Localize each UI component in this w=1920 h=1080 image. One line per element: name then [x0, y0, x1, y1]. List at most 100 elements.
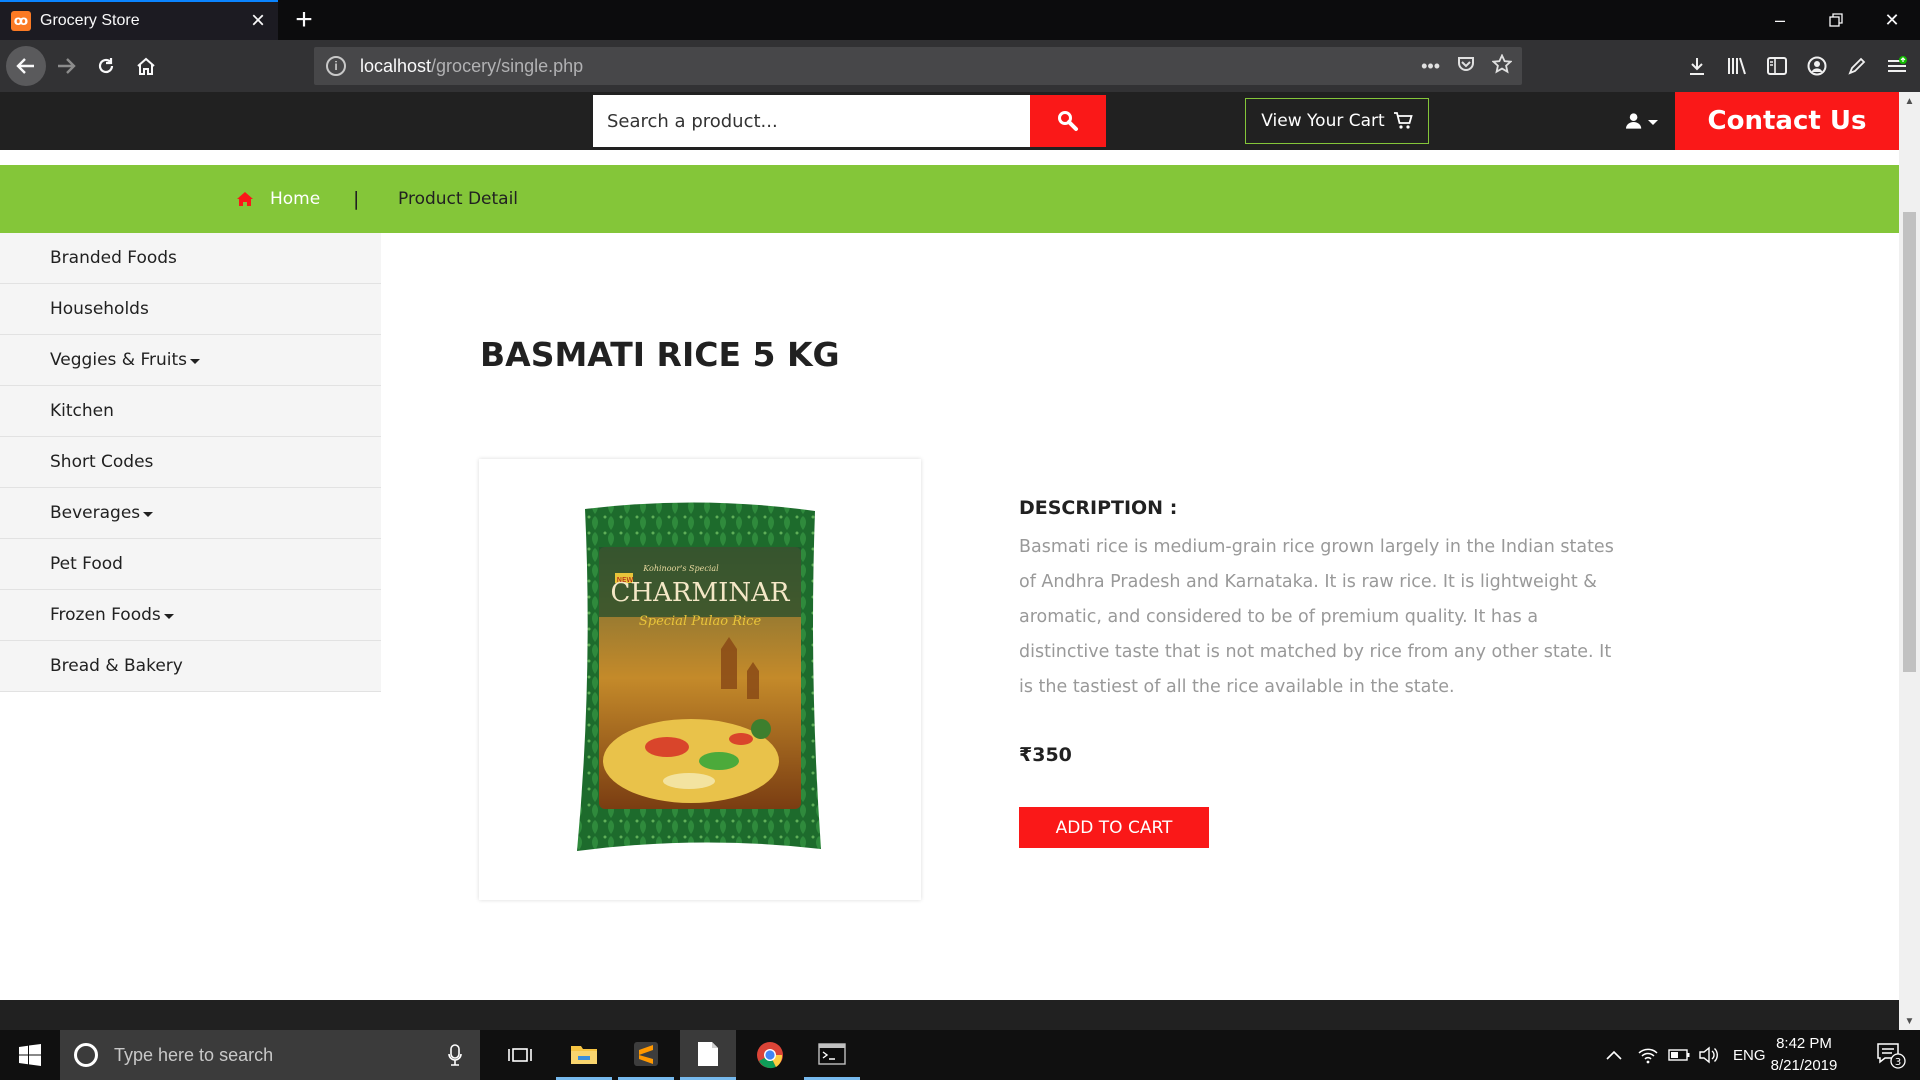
category-sidebar: Branded Foods Households Veggies & Fruits K…	[0, 233, 381, 692]
chevron-down-icon	[163, 613, 174, 619]
sidebar-item-label: Kitchen	[50, 401, 114, 421]
scroll-down-icon[interactable]: ▼	[1899, 1012, 1920, 1030]
browser-tab-active[interactable]: ꝏ Grocery Store ×	[0, 0, 278, 40]
library-icon[interactable]	[1722, 48, 1752, 84]
home-icon[interactable]	[128, 48, 164, 84]
scroll-up-icon[interactable]: ▲	[1899, 92, 1920, 110]
sidebar-item[interactable]: Pet Food	[0, 539, 381, 590]
sidebar-item[interactable]: Frozen Foods	[0, 590, 381, 641]
add-to-cart-button[interactable]: ADD TO CART	[1019, 807, 1209, 848]
product-description: Basmati rice is medium-grain rice grown …	[1019, 537, 1614, 697]
sidebar-item-label: Veggies & Fruits	[50, 350, 188, 370]
search-icon	[1058, 111, 1078, 131]
battery-icon[interactable]	[1668, 1030, 1690, 1080]
view-cart-button[interactable]: View Your Cart	[1245, 98, 1429, 144]
wifi-icon[interactable]	[1638, 1030, 1658, 1080]
hamburger-menu-icon[interactable]	[1882, 48, 1912, 84]
notepad-icon[interactable]	[680, 1030, 736, 1080]
windows-taskbar: Type here to search ENG 8:42 PM 8/21/201…	[0, 1030, 1920, 1080]
microphone-icon[interactable]	[440, 1044, 470, 1066]
sidebar-item-label: Beverages	[50, 503, 141, 523]
sidebar-item[interactable]: Households	[0, 284, 381, 335]
minimize-icon[interactable]: –	[1752, 0, 1808, 40]
breadcrumb-current: Product Detail	[398, 189, 519, 209]
scrollbar-thumb[interactable]	[1903, 212, 1916, 672]
search-form	[593, 95, 1106, 147]
site-info-icon[interactable]: i	[326, 56, 346, 76]
sublime-text-icon[interactable]	[618, 1030, 674, 1080]
clock-date: 8/21/2019	[1770, 1057, 1838, 1074]
restore-icon[interactable]	[1808, 0, 1864, 40]
browser-toolbar: i localhost/grocery/single.php •••	[0, 40, 1920, 92]
product-image-subbrand: Special Pulao Rice	[639, 614, 762, 629]
tab-close-icon[interactable]: ×	[238, 7, 278, 35]
cortana-icon	[74, 1043, 98, 1067]
product-image-maker: Kohinoor's Special	[642, 564, 719, 573]
window-close-icon[interactable]: ✕	[1864, 0, 1920, 40]
product-image: NEW Kohinoor's Special CHARMINAR Special…	[577, 502, 821, 851]
sidebar-item[interactable]: Bread & Bakery	[0, 641, 381, 692]
url-bar[interactable]: i localhost/grocery/single.php •••	[314, 47, 1522, 85]
start-button[interactable]	[0, 1030, 60, 1080]
show-hidden-icons-icon[interactable]	[1606, 1030, 1622, 1080]
page-actions-icon[interactable]: •••	[1421, 56, 1440, 77]
sidebar-item[interactable]: Beverages	[0, 488, 381, 539]
chrome-icon[interactable]	[742, 1030, 798, 1080]
task-view-icon[interactable]	[492, 1030, 548, 1080]
sidebar-item-label: Frozen Foods	[50, 605, 161, 625]
sidebar-item[interactable]: Kitchen	[0, 386, 381, 437]
shopping-cart-icon	[1393, 112, 1413, 129]
site-header: View Your Cart Contact Us	[0, 92, 1899, 150]
sidebar-item-label: Branded Foods	[50, 248, 177, 268]
sidebar-item-label: Bread & Bakery	[50, 656, 183, 676]
footer	[0, 1000, 1899, 1030]
page-viewport: View Your Cart Contact Us Home | Product…	[0, 92, 1899, 1030]
bookmark-star-icon[interactable]	[1491, 52, 1513, 79]
description-heading: DESCRIPTION :	[1019, 497, 1178, 519]
product-title: BASMATI RICE 5 KG	[480, 335, 840, 374]
edit-pen-icon[interactable]	[1842, 48, 1872, 84]
sidebar-item[interactable]: Branded Foods	[0, 233, 381, 284]
browser-tab-bar: ꝏ Grocery Store × + – ✕	[0, 0, 1920, 40]
xampp-favicon-icon: ꝏ	[11, 11, 31, 31]
taskbar-search-placeholder: Type here to search	[114, 1044, 274, 1065]
breadcrumb: Home | Product Detail	[0, 165, 1899, 233]
back-arrow-icon[interactable]	[6, 46, 46, 86]
contact-us-button[interactable]: Contact Us	[1675, 92, 1899, 150]
sidebar-item[interactable]: Veggies & Fruits	[0, 335, 381, 386]
tab-title: Grocery Store	[40, 12, 140, 29]
account-icon[interactable]	[1802, 48, 1832, 84]
command-prompt-icon[interactable]	[804, 1030, 860, 1080]
new-tab-icon[interactable]: +	[286, 2, 322, 38]
taskbar-search[interactable]: Type here to search	[60, 1030, 480, 1080]
user-dropdown[interactable]	[1626, 106, 1658, 136]
url-text[interactable]: localhost/grocery/single.php	[360, 56, 583, 77]
home-icon	[237, 192, 253, 206]
breadcrumb-separator: |	[353, 188, 360, 210]
volume-icon[interactable]	[1698, 1030, 1718, 1080]
user-icon	[1626, 113, 1642, 129]
forward-arrow-icon[interactable]	[48, 48, 84, 84]
url-host: localhost	[360, 55, 432, 76]
sidebar-item-label: Households	[50, 299, 149, 319]
product-price: ₹350	[1019, 744, 1072, 766]
page-scrollbar[interactable]: ▲ ▼	[1899, 92, 1920, 1030]
breadcrumb-home-link[interactable]: Home	[236, 165, 320, 233]
file-explorer-icon[interactable]	[556, 1030, 612, 1080]
system-clock[interactable]: 8:42 PM 8/21/2019	[1760, 1033, 1848, 1077]
search-input[interactable]	[593, 95, 1030, 147]
search-button[interactable]	[1030, 95, 1106, 147]
downloads-icon[interactable]	[1682, 48, 1712, 84]
sidebar-item[interactable]: Short Codes	[0, 437, 381, 488]
reload-icon[interactable]	[88, 48, 124, 84]
windows-logo-icon	[19, 1044, 41, 1066]
pocket-icon[interactable]	[1456, 54, 1476, 79]
product-image-frame: NEW Kohinoor's Special CHARMINAR Special…	[479, 459, 921, 900]
view-cart-label: View Your Cart	[1261, 111, 1385, 131]
sidebar-toggle-icon[interactable]	[1762, 48, 1792, 84]
action-center-icon[interactable]: 3	[1866, 1030, 1916, 1080]
url-path: /grocery/single.php	[431, 55, 584, 76]
sidebar-item-label: Pet Food	[50, 554, 123, 574]
sidebar-item-label: Short Codes	[50, 452, 154, 472]
clock-time: 8:42 PM	[1776, 1035, 1832, 1052]
